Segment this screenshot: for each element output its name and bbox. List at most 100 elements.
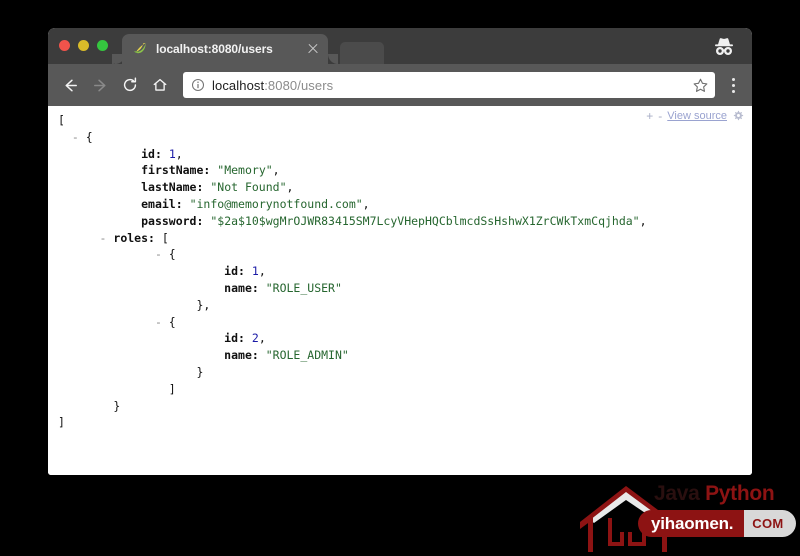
home-icon[interactable] bbox=[146, 71, 174, 99]
json-string: "Not Found" bbox=[210, 180, 287, 195]
json-string: "info@memorynotfound.com" bbox=[189, 196, 363, 211]
json-string: "$2a$10$wgMrOJWR83415SM7LcyVHepHQCblmcdS… bbox=[210, 213, 640, 228]
address-bar-url: localhost:8080/users bbox=[212, 78, 691, 93]
json-tree: [ - { id: 1, firstName: "Memory", lastNa… bbox=[58, 112, 647, 431]
zoom-out-button[interactable]: - bbox=[658, 110, 662, 122]
json-punctuation: , bbox=[258, 264, 266, 279]
json-punctuation: } bbox=[196, 364, 204, 379]
browser-window: localhost:8080/users localhost:8080/user… bbox=[48, 28, 752, 475]
info-circle-icon[interactable] bbox=[191, 78, 205, 92]
address-bar[interactable]: localhost:8080/users bbox=[183, 72, 715, 98]
forward-arrow-icon[interactable] bbox=[86, 71, 114, 99]
json-punctuation: { bbox=[85, 129, 93, 144]
json-punctuation: } bbox=[113, 398, 121, 413]
json-viewer-controls: + - View source bbox=[646, 110, 744, 122]
star-icon[interactable] bbox=[691, 76, 709, 94]
json-punctuation: ] bbox=[58, 415, 65, 430]
browser-tab-active[interactable]: localhost:8080/users bbox=[112, 34, 338, 64]
json-key: email: bbox=[141, 196, 183, 211]
json-collapse-toggle[interactable]: - bbox=[100, 231, 114, 245]
json-line: id: 2, bbox=[58, 330, 647, 347]
json-line: name: "ROLE_USER" bbox=[58, 280, 647, 297]
screenshot-root: localhost:8080/users localhost:8080/user… bbox=[0, 0, 800, 556]
json-line: id: 1, bbox=[58, 263, 647, 280]
json-punctuation: , bbox=[286, 180, 294, 195]
json-key: lastName: bbox=[141, 180, 204, 195]
url-host: localhost bbox=[212, 77, 265, 93]
incognito-icon bbox=[712, 35, 736, 57]
json-line: - { bbox=[58, 314, 647, 331]
json-punctuation: , bbox=[639, 213, 647, 228]
zoom-in-button[interactable]: + bbox=[646, 110, 653, 122]
json-punctuation: , bbox=[175, 146, 183, 161]
page-viewport: + - View source [ - { id: 1, firstName: … bbox=[48, 106, 752, 475]
json-key: name: bbox=[224, 348, 259, 363]
watermark-site-name: yihaomen. bbox=[638, 510, 745, 537]
json-string: "Memory" bbox=[217, 163, 273, 178]
close-window-button[interactable] bbox=[59, 40, 70, 51]
json-line: - { bbox=[58, 246, 647, 263]
watermark-site-tld: COM bbox=[744, 510, 796, 537]
background-tab[interactable] bbox=[340, 42, 384, 64]
json-line: firstName: "Memory", bbox=[58, 162, 647, 179]
watermark-python: Python bbox=[705, 482, 775, 505]
json-key: id: bbox=[141, 146, 162, 161]
watermark-pill: yihaomen. COM bbox=[638, 510, 796, 537]
json-collapse-toggle[interactable]: - bbox=[155, 315, 169, 329]
json-punctuation: [ bbox=[58, 113, 65, 127]
reload-icon[interactable] bbox=[116, 71, 144, 99]
json-number: 1 bbox=[251, 264, 259, 279]
json-key: name: bbox=[224, 280, 259, 295]
json-line: id: 1, bbox=[58, 146, 647, 163]
view-source-link[interactable]: View source bbox=[667, 110, 727, 122]
minimize-window-button[interactable] bbox=[78, 40, 89, 51]
json-punctuation: , bbox=[258, 331, 266, 346]
json-key: firstName: bbox=[141, 163, 211, 178]
watermark-java: Java bbox=[654, 482, 700, 505]
json-key: roles: bbox=[113, 230, 155, 245]
json-key: id: bbox=[224, 264, 245, 279]
json-line: name: "ROLE_ADMIN" bbox=[58, 347, 647, 364]
json-punctuation: { bbox=[168, 247, 176, 262]
json-line: [ bbox=[58, 112, 647, 129]
back-arrow-icon[interactable] bbox=[56, 71, 84, 99]
gear-icon[interactable] bbox=[732, 110, 744, 122]
json-collapse-toggle[interactable]: - bbox=[155, 247, 169, 261]
json-collapse-toggle[interactable]: - bbox=[72, 130, 86, 144]
json-punctuation: , bbox=[362, 196, 370, 211]
json-line: lastName: "Not Found", bbox=[58, 179, 647, 196]
spring-leaf-favicon bbox=[132, 41, 148, 57]
json-punctuation: [ bbox=[161, 230, 169, 245]
browser-toolbar: localhost:8080/users bbox=[48, 64, 752, 106]
json-string: "ROLE_ADMIN" bbox=[265, 348, 349, 363]
json-number: 2 bbox=[251, 331, 259, 346]
json-punctuation: }, bbox=[196, 297, 211, 312]
json-line: - { bbox=[58, 129, 647, 146]
close-icon[interactable] bbox=[306, 42, 320, 56]
maximize-window-button[interactable] bbox=[97, 40, 108, 51]
json-key: id: bbox=[224, 331, 245, 346]
watermark: Java Python yihaomen. COM bbox=[566, 478, 800, 556]
tab-title: localhost:8080/users bbox=[156, 42, 273, 56]
json-line: }, bbox=[58, 297, 647, 314]
json-number: 1 bbox=[168, 146, 176, 161]
json-line: ] bbox=[58, 381, 647, 398]
json-line: ] bbox=[58, 414, 647, 431]
kebab-menu-icon[interactable] bbox=[724, 74, 742, 96]
json-punctuation: , bbox=[272, 163, 280, 178]
json-line: email: "info@memorynotfound.com", bbox=[58, 196, 647, 213]
